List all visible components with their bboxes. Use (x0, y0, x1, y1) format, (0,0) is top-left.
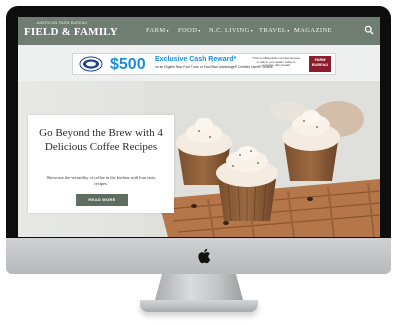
logo-wordmark: FIELD & FAMILY (24, 26, 118, 38)
chevron-down-icon: ▾ (250, 28, 254, 33)
nav-item-farm[interactable]: FARM ▾ (146, 27, 169, 34)
site-header: AMERICAN FARM BUREAU FIELD & FAMILY FARM… (18, 17, 380, 45)
imac-stand-neck (155, 274, 243, 300)
ad-brand-logo: FARM BUREAU (309, 56, 331, 72)
logo-tagline: AMERICAN FARM BUREAU (36, 21, 88, 25)
ad-fine-print: *Visit FordRewards.com/farmbureau or tal… (251, 56, 301, 68)
ad-price: $500 (110, 56, 146, 73)
read-more-button[interactable]: READ MORE (76, 194, 128, 206)
nav-item-travel[interactable]: TRAVEL ▾ (259, 27, 290, 34)
hero-section: Go Beyond the Brew with 4 Delicious Coff… (18, 81, 380, 237)
ad-banner[interactable]: $500 Exclusive Cash Reward* on an Eligib… (72, 53, 336, 75)
ad-subline: on an Eligible New Ford Truck or Ford Bl… (155, 65, 274, 69)
nav-item-label: FOOD (178, 27, 198, 34)
nav-item-food[interactable]: FOOD ▾ (178, 27, 201, 34)
article-card: Go Beyond the Brew with 4 Delicious Coff… (28, 115, 174, 213)
article-title[interactable]: Go Beyond the Brew with 4 Delicious Coff… (34, 126, 168, 154)
search-icon[interactable] (364, 25, 374, 35)
ad-headline: Exclusive Cash Reward* (155, 56, 237, 63)
article-description: Showcase the versatility of coffee in th… (46, 175, 156, 186)
farm-bureau-badge-icon (79, 56, 103, 72)
chevron-down-icon: ▾ (287, 28, 290, 33)
imac-stand-foot (140, 300, 258, 312)
browser-screen: AMERICAN FARM BUREAU FIELD & FAMILY FARM… (18, 17, 380, 237)
nav-item-label: N.C. LIVING (209, 27, 250, 34)
chevron-down-icon: ▾ (166, 28, 169, 33)
nav-item-label: MAGAZINE (294, 27, 332, 34)
nav-item-label: FARM (146, 27, 166, 34)
nav-item-magazine[interactable]: MAGAZINE (294, 27, 332, 34)
apple-logo-icon (198, 248, 211, 264)
chevron-down-icon: ▾ (198, 28, 201, 33)
site-logo[interactable]: AMERICAN FARM BUREAU FIELD & FAMILY (24, 21, 118, 43)
nav-item-label: TRAVEL (259, 27, 287, 34)
nav-item-nc-living[interactable]: N.C. LIVING ▾ (209, 27, 253, 34)
